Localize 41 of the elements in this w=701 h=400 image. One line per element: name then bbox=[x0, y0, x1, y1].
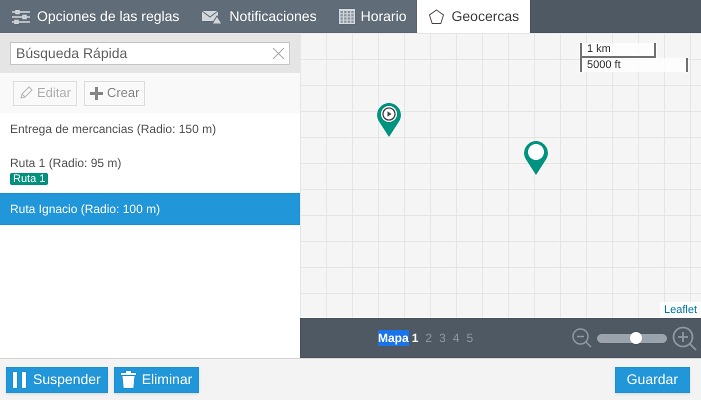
pentagon-icon bbox=[428, 8, 446, 24]
page-link[interactable]: 5 bbox=[466, 329, 474, 347]
scale-bar: 1 km bbox=[580, 43, 656, 58]
toolbar-button[interactable]: Crear bbox=[84, 80, 146, 106]
tab[interactable]: Opciones de las reglas bbox=[0, 0, 190, 33]
page-link[interactable]: 2 bbox=[425, 329, 432, 347]
save-button[interactable]: Guardar bbox=[614, 366, 690, 392]
map-marker-icon[interactable] bbox=[376, 102, 402, 138]
pencil-icon bbox=[19, 86, 33, 100]
pause-icon bbox=[13, 372, 27, 388]
page-link[interactable]: 3 bbox=[439, 329, 446, 347]
footer-button[interactable]: Eliminar bbox=[114, 366, 200, 392]
close-icon[interactable] bbox=[273, 48, 284, 58]
zoom-in-icon[interactable] bbox=[672, 326, 697, 350]
geofence-item[interactable]: Entrega de mercancias (Radio: 150 m) bbox=[0, 113, 300, 147]
tab[interactable]: Geocercas bbox=[417, 0, 530, 33]
envelope-icon bbox=[201, 10, 224, 24]
page-link[interactable]: 1 bbox=[412, 329, 418, 347]
geofence-item[interactable]: Ruta 1 (Radio: 95 m) Ruta 1 bbox=[0, 147, 300, 193]
trash-icon bbox=[120, 371, 136, 388]
map-marker-icon[interactable] bbox=[523, 140, 549, 176]
geofence-name: Ruta 1 (Radio: 95 m) bbox=[10, 155, 122, 171]
geofence-name: Ruta Ignacio (Radio: 100 m) bbox=[10, 201, 160, 217]
search-field[interactable]: Búsqueda Rápida bbox=[10, 42, 290, 64]
geofence-item[interactable]: Ruta Ignacio (Radio: 100 m) bbox=[0, 193, 300, 225]
map-label: Mapa bbox=[378, 330, 409, 346]
tab[interactable]: Notificaciones bbox=[190, 0, 328, 33]
attribution-link[interactable]: Leaflet bbox=[660, 302, 701, 318]
page-link[interactable]: 4 bbox=[452, 329, 460, 347]
geofence-name: Entrega de mercancias (Radio: 150 m) bbox=[10, 121, 216, 137]
plus-icon bbox=[90, 86, 103, 100]
slider-thumb[interactable] bbox=[630, 332, 642, 344]
zoom-slider[interactable] bbox=[597, 334, 667, 342]
scale-bar: 5000 ft bbox=[580, 58, 688, 72]
calendar-icon bbox=[338, 9, 355, 24]
map-canvas[interactable]: 1 km 5000 ft Leaflet bbox=[300, 33, 701, 318]
sliders-icon bbox=[11, 10, 31, 24]
zoom-out-icon[interactable] bbox=[572, 328, 592, 348]
footer-button[interactable]: Suspender bbox=[6, 366, 108, 392]
tab[interactable]: Horario bbox=[328, 0, 418, 33]
geofence-tag: Ruta 1 bbox=[10, 173, 48, 185]
